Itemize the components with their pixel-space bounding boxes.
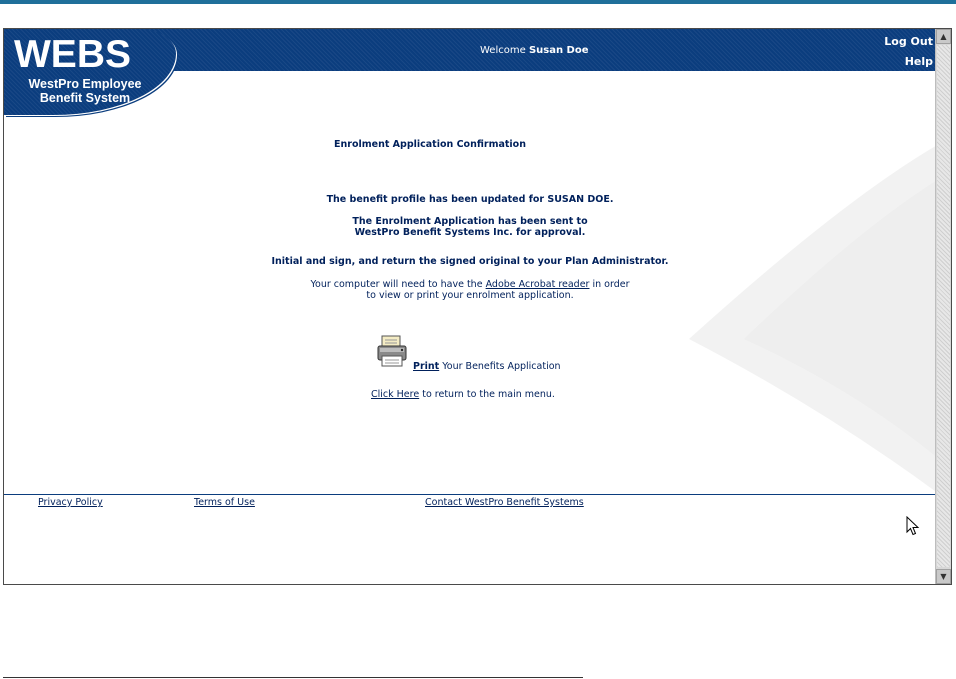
vertical-scrollbar[interactable]: ▲ ▼ (935, 29, 951, 584)
profile-updated-message: The benefit profile has been updated for… (326, 194, 614, 205)
bottom-divider (3, 677, 583, 678)
logo-subtitle-line1: WestPro Employee (28, 77, 142, 91)
sign-instructions: Initial and sign, and return the signed … (271, 256, 669, 267)
acrobat-suffix: in order (592, 279, 630, 290)
application-sent-line2: WestPro Benefit Systems Inc. for approva… (354, 227, 586, 238)
welcome-user-name: Susan Doe (528, 45, 589, 56)
scroll-down-arrow-icon[interactable]: ▼ (936, 569, 951, 584)
logo-wordmark: WEBS (14, 33, 131, 76)
adobe-acrobat-link[interactable]: Adobe Acrobat reader (486, 279, 590, 290)
scroll-up-arrow-icon[interactable]: ▲ (936, 29, 951, 44)
scroll-track[interactable] (937, 45, 950, 567)
privacy-policy-link[interactable]: Privacy Policy (38, 497, 103, 508)
contact-link[interactable]: Contact WestPro Benefit Systems (425, 497, 584, 508)
return-to-menu-row: Click Here to return to the main menu. (371, 389, 555, 400)
click-here-link[interactable]: Click Here (371, 389, 419, 400)
logo-subtitle-line2: Benefit System (39, 91, 131, 105)
mouse-cursor-icon (906, 516, 920, 536)
return-description: to return to the main menu. (422, 389, 555, 400)
footer-divider (4, 494, 936, 495)
browser-frame: WEBS WestPro Employee Benefit System Wel… (3, 28, 952, 585)
acrobat-prefix: Your computer will need to have the (310, 279, 483, 290)
watermark-graphic (689, 144, 939, 494)
terms-of-use-link[interactable]: Terms of Use (194, 497, 255, 508)
print-description: Your Benefits Application (442, 361, 561, 372)
help-link[interactable]: Help (905, 55, 933, 68)
print-link[interactable]: Print (413, 361, 439, 372)
print-label: Print Your Benefits Application (413, 361, 561, 372)
printer-icon[interactable] (376, 334, 410, 368)
top-accent-rule (0, 0, 956, 4)
acrobat-requirement-line2: to view or print your enrolment applicat… (366, 290, 574, 301)
logout-link[interactable]: Log Out (884, 35, 933, 48)
application-sent-line1: The Enrolment Application has been sent … (352, 216, 588, 227)
welcome-message: Welcome Susan Doe (480, 45, 589, 56)
logo-subtitle: WestPro Employee Benefit System (4, 77, 166, 105)
acrobat-requirement-line1: Your computer will need to have the Adob… (4, 279, 936, 290)
page-title: Enrolment Application Confirmation (334, 139, 526, 150)
webs-logo: WEBS WestPro Employee Benefit System (4, 29, 176, 115)
welcome-prefix: Welcome (480, 45, 526, 56)
